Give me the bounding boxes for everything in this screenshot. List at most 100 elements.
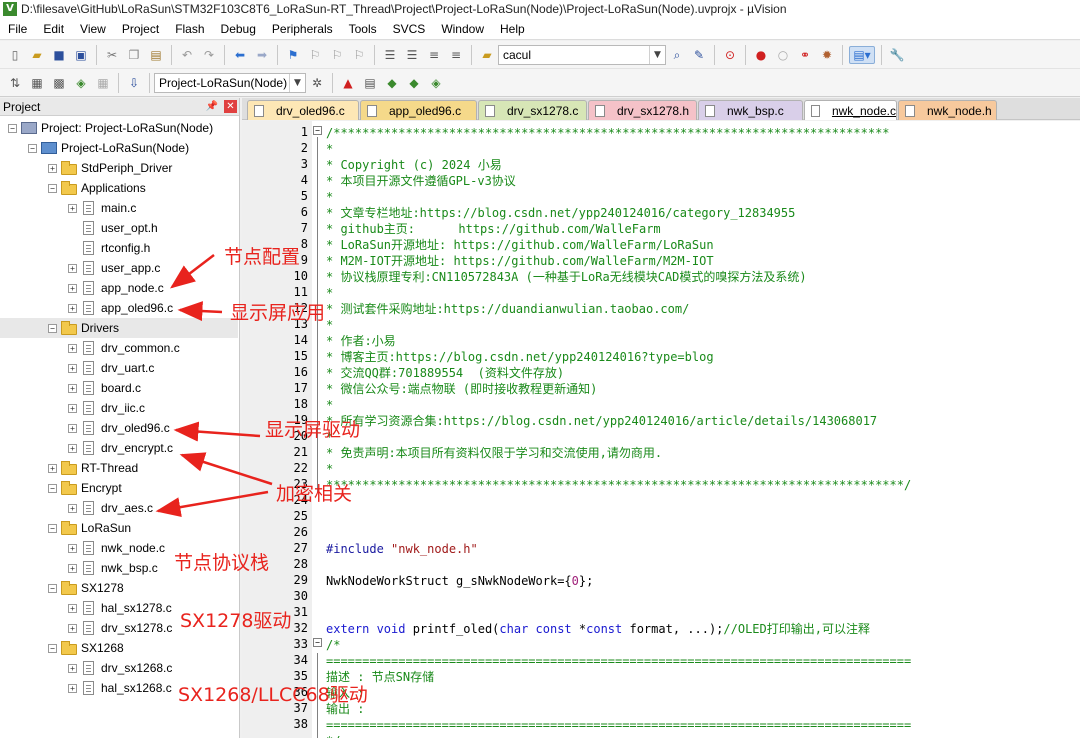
editor-tab[interactable]: nwk_bsp.c bbox=[698, 100, 803, 120]
find-icon[interactable]: ⌕ bbox=[668, 46, 686, 64]
expand-icon[interactable]: + bbox=[68, 203, 77, 213]
tree-file[interactable]: + drv_iic.c bbox=[68, 398, 145, 418]
download-icon[interactable]: ⇩ bbox=[125, 74, 143, 92]
tree-file[interactable]: rtconfig.h bbox=[68, 238, 150, 258]
editor-tab[interactable]: app_oled96.c bbox=[360, 100, 477, 120]
tree-file[interactable]: + drv_uart.c bbox=[68, 358, 154, 378]
build-icon[interactable]: ▦ bbox=[28, 74, 46, 92]
window-layout-icon[interactable]: ▤▾ bbox=[849, 45, 875, 64]
tree-file[interactable]: + drv_sx1278.c bbox=[68, 618, 172, 638]
configure-tools-icon[interactable]: 🔧 bbox=[888, 46, 906, 64]
bookmark-icon[interactable]: ⚑ bbox=[284, 46, 302, 64]
tree-node[interactable]: − Project: Project-LoRaSun(Node) bbox=[8, 118, 213, 138]
unindent-icon[interactable]: ☰ bbox=[403, 46, 421, 64]
comment-icon[interactable]: ≡ bbox=[425, 46, 443, 64]
paste-icon[interactable]: ▤ bbox=[147, 46, 165, 64]
tree-file[interactable]: + app_oled96.c bbox=[68, 298, 173, 318]
tree-group[interactable]: + StdPeriph_Driver bbox=[48, 158, 172, 178]
tree-file[interactable]: user_opt.h bbox=[68, 218, 158, 238]
prev-bookmark-icon[interactable]: ⚐ bbox=[306, 46, 324, 64]
tree-file[interactable]: + user_app.c bbox=[68, 258, 160, 278]
tree-file[interactable]: + nwk_node.c bbox=[68, 538, 165, 558]
tree-file[interactable]: + hal_sx1278.c bbox=[68, 598, 172, 618]
rebuild-icon[interactable]: ▩ bbox=[50, 74, 68, 92]
menu-window[interactable]: Window bbox=[433, 18, 492, 40]
collapse-icon[interactable]: − bbox=[48, 643, 57, 653]
run-time-environment-icon[interactable]: ◈ bbox=[427, 74, 445, 92]
tree-file[interactable]: + hal_sx1268.c bbox=[68, 678, 172, 698]
pack-installer-icon[interactable]: ◆ bbox=[405, 74, 423, 92]
translate-icon[interactable]: ⇅ bbox=[6, 74, 24, 92]
collapse-icon[interactable]: − bbox=[48, 523, 57, 533]
menu-debug[interactable]: Debug bbox=[213, 18, 264, 40]
tree-file[interactable]: + drv_common.c bbox=[68, 338, 180, 358]
menu-help[interactable]: Help bbox=[492, 18, 533, 40]
code-editor[interactable]: 1 2 3 4 5 6 7 8 9 10 11 12 13 14 15 16 17 18 19 20 21 22 23 24 2… bbox=[242, 121, 1080, 738]
navigate-forward-icon[interactable]: ➡ bbox=[253, 46, 271, 64]
expand-icon[interactable]: + bbox=[68, 403, 77, 413]
find-combo[interactable]: cacul ▼ bbox=[498, 44, 666, 65]
kill-breakpoints-icon[interactable]: ⚭ bbox=[796, 46, 814, 64]
tree-file[interactable]: + drv_oled96.c bbox=[68, 418, 170, 438]
expand-icon[interactable]: + bbox=[68, 303, 77, 313]
disable-all-breakpoints-icon[interactable]: ✹ bbox=[818, 46, 836, 64]
editor-tab[interactable]: nwk_node.c bbox=[804, 100, 897, 120]
editor-tab[interactable]: drv_sx1278.c bbox=[478, 100, 587, 120]
open-file-icon[interactable]: ▰ bbox=[28, 46, 46, 64]
tree-file[interactable]: + nwk_bsp.c bbox=[68, 558, 158, 578]
target-options-icon[interactable]: ✲ bbox=[308, 74, 326, 92]
tree-file[interactable]: + drv_aes.c bbox=[68, 498, 153, 518]
expand-icon[interactable]: + bbox=[68, 383, 77, 393]
menu-view[interactable]: View bbox=[72, 18, 114, 40]
editor-tab[interactable]: drv_oled96.c bbox=[247, 100, 359, 120]
expand-icon[interactable]: + bbox=[68, 503, 77, 513]
tree-group[interactable]: + RT-Thread bbox=[48, 458, 138, 478]
debug-session-icon[interactable]: ⊙ bbox=[721, 46, 739, 64]
tree-file[interactable]: + app_node.c bbox=[68, 278, 164, 298]
close-icon[interactable]: ✕ bbox=[224, 100, 237, 113]
editor-tab[interactable]: drv_sx1278.h bbox=[588, 100, 697, 120]
expand-icon[interactable]: + bbox=[68, 563, 77, 573]
expand-icon[interactable]: + bbox=[68, 443, 77, 453]
tree-group[interactable]: − Applications bbox=[48, 178, 146, 198]
menu-flash[interactable]: Flash bbox=[167, 18, 212, 40]
cut-icon[interactable]: ✂ bbox=[103, 46, 121, 64]
new-file-icon[interactable]: ▯ bbox=[6, 46, 24, 64]
collapse-icon[interactable]: − bbox=[48, 323, 57, 333]
save-all-icon[interactable]: ▣ bbox=[72, 46, 90, 64]
breakpoint-icon[interactable]: ● bbox=[752, 46, 770, 64]
tree-file[interactable]: + drv_encrypt.c bbox=[68, 438, 173, 458]
menu-svcs[interactable]: SVCS bbox=[385, 18, 434, 40]
expand-icon[interactable]: + bbox=[48, 163, 57, 173]
expand-icon[interactable]: + bbox=[68, 283, 77, 293]
menu-edit[interactable]: Edit bbox=[35, 18, 72, 40]
redo-icon[interactable]: ↷ bbox=[200, 46, 218, 64]
undo-icon[interactable]: ↶ bbox=[178, 46, 196, 64]
expand-icon[interactable]: + bbox=[68, 663, 77, 673]
navigate-back-icon[interactable]: ⬅ bbox=[231, 46, 249, 64]
expand-icon[interactable]: + bbox=[68, 623, 77, 633]
find-in-files-icon[interactable]: ▰ bbox=[478, 46, 496, 64]
expand-icon[interactable]: + bbox=[68, 363, 77, 373]
tree-group[interactable]: − Drivers bbox=[0, 318, 238, 338]
expand-icon[interactable]: + bbox=[68, 263, 77, 273]
disable-breakpoint-icon[interactable]: ○ bbox=[774, 46, 792, 64]
tree-group[interactable]: − LoRaSun bbox=[48, 518, 131, 538]
expand-icon[interactable]: + bbox=[68, 683, 77, 693]
clear-bookmarks-icon[interactable]: ⚐ bbox=[350, 46, 368, 64]
batch-build-icon[interactable]: ◈ bbox=[72, 74, 90, 92]
manage-project-items-icon[interactable]: ▤ bbox=[361, 74, 379, 92]
indent-icon[interactable]: ☰ bbox=[381, 46, 399, 64]
fold-toggle-icon[interactable]: − bbox=[313, 638, 322, 647]
save-icon[interactable]: ■ bbox=[50, 46, 68, 64]
uncomment-icon[interactable]: ≡ bbox=[447, 46, 465, 64]
expand-icon[interactable]: + bbox=[68, 423, 77, 433]
fold-toggle-icon[interactable]: − bbox=[313, 126, 322, 135]
collapse-icon[interactable]: − bbox=[48, 483, 57, 493]
collapse-icon[interactable]: − bbox=[48, 583, 57, 593]
manage-components-icon[interactable]: ▲ bbox=[339, 74, 357, 92]
menu-tools[interactable]: Tools bbox=[341, 18, 385, 40]
next-bookmark-icon[interactable]: ⚐ bbox=[328, 46, 346, 64]
expand-icon[interactable]: + bbox=[68, 603, 77, 613]
editor-tab[interactable]: nwk_node.h bbox=[898, 100, 997, 120]
